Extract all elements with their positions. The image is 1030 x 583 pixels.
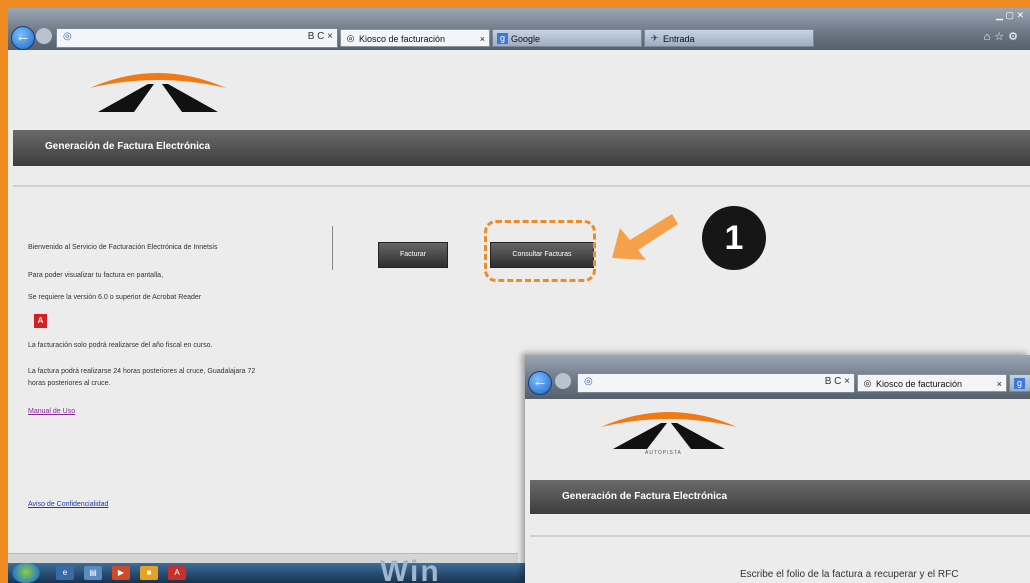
browser-toolbar: ← ◎ B C × ◎ Kiosco de facturación × g [525, 355, 1030, 399]
step-badge: 1 [702, 206, 766, 270]
second-browser-window: ← ◎ B C × ◎ Kiosco de facturación × g AU… [525, 355, 1030, 583]
forward-button[interactable] [36, 28, 52, 44]
page-header: Generación de Factura Electrónica [13, 130, 1030, 166]
divider [13, 185, 1030, 187]
ie-taskbar-icon[interactable]: e [56, 566, 74, 580]
folio-instructions: Escribe el folio de la factura a recuper… [740, 569, 959, 580]
close-icon[interactable]: × [480, 30, 485, 48]
logo-subtitle: AUTOPISTA [645, 450, 682, 456]
page-title: Generación de Factura Electrónica [45, 141, 211, 152]
windows-watermark: Win [380, 555, 441, 583]
tab-label: Kiosco de facturación [359, 34, 446, 44]
acrobat-icon[interactable]: A [34, 314, 47, 328]
folder-taskbar-icon[interactable]: ▤ [84, 566, 102, 580]
taskbar: e ▤ ▶ ■ A Win [8, 555, 530, 583]
manual-link[interactable]: Manual de Uso [28, 408, 75, 415]
globe-icon: ◎ [863, 378, 872, 388]
tab-kiosco[interactable]: ◎ Kiosco de facturación × [340, 29, 490, 47]
globe-icon: ◎ [346, 33, 355, 43]
vertical-divider [332, 226, 333, 270]
welcome-text: Bienvenido al Servicio de Facturación El… [28, 244, 218, 251]
start-button[interactable] [12, 563, 40, 583]
tab-kiosco[interactable]: ◎ Kiosco de facturación × [857, 374, 1007, 392]
back-button[interactable]: ← [11, 26, 35, 50]
forward-button[interactable] [555, 373, 571, 389]
pointer-arrow-icon [612, 214, 678, 260]
facturar-button[interactable]: Facturar [378, 242, 448, 268]
highlight-box [484, 220, 596, 282]
window-controls[interactable]: ▁ ▢ ✕ [996, 10, 1024, 21]
info-text: Para poder visualizar tu factura en pant… [28, 272, 164, 279]
browser-toolbar: ← ◎ B C × ◎ Kiosco de facturación × g Go… [8, 8, 1030, 50]
page-title: Generación de Factura Electrónica [562, 491, 728, 502]
pdf-taskbar-icon[interactable]: A [168, 566, 186, 580]
info-text: La facturación solo podrá realizarse del… [28, 342, 213, 349]
mail-icon: ✈ [650, 33, 659, 43]
privacy-link[interactable]: Aviso de Confidencialidad [28, 501, 108, 508]
tab-google[interactable]: g Google [492, 29, 642, 47]
globe-icon: ◎ [63, 31, 72, 42]
app-taskbar-icon[interactable]: ■ [140, 566, 158, 580]
toolbar-icons[interactable]: ⌂☆⚙ [984, 30, 1022, 43]
tab-entrada[interactable]: ✈ Entrada [644, 29, 814, 47]
divider [530, 535, 1030, 537]
info-text: horas posteriores al cruce. [28, 380, 111, 387]
info-text: La factura podrá realizarse 24 horas pos… [28, 368, 256, 375]
page-header: Generación de Factura Electrónica [530, 480, 1030, 514]
tab-label: Google [511, 34, 541, 44]
address-bar[interactable]: ◎ B C × [56, 28, 338, 48]
close-icon[interactable]: × [997, 375, 1002, 393]
info-text: Se requiere la versión 6.0 o superior de… [28, 294, 202, 301]
globe-icon: ◎ [584, 376, 593, 387]
media-taskbar-icon[interactable]: ▶ [112, 566, 130, 580]
tab-label: Entrada [663, 34, 695, 44]
google-icon: g [1014, 378, 1025, 389]
back-button[interactable]: ← [528, 371, 552, 395]
tab-google[interactable]: g [1009, 374, 1030, 392]
tab-label: Kiosco de facturación [876, 379, 963, 389]
address-controls[interactable]: B C × [308, 31, 333, 42]
address-controls[interactable]: B C × [825, 376, 850, 387]
google-icon: g [497, 33, 508, 44]
address-bar[interactable]: ◎ B C × [577, 373, 855, 393]
company-logo [90, 73, 226, 112]
